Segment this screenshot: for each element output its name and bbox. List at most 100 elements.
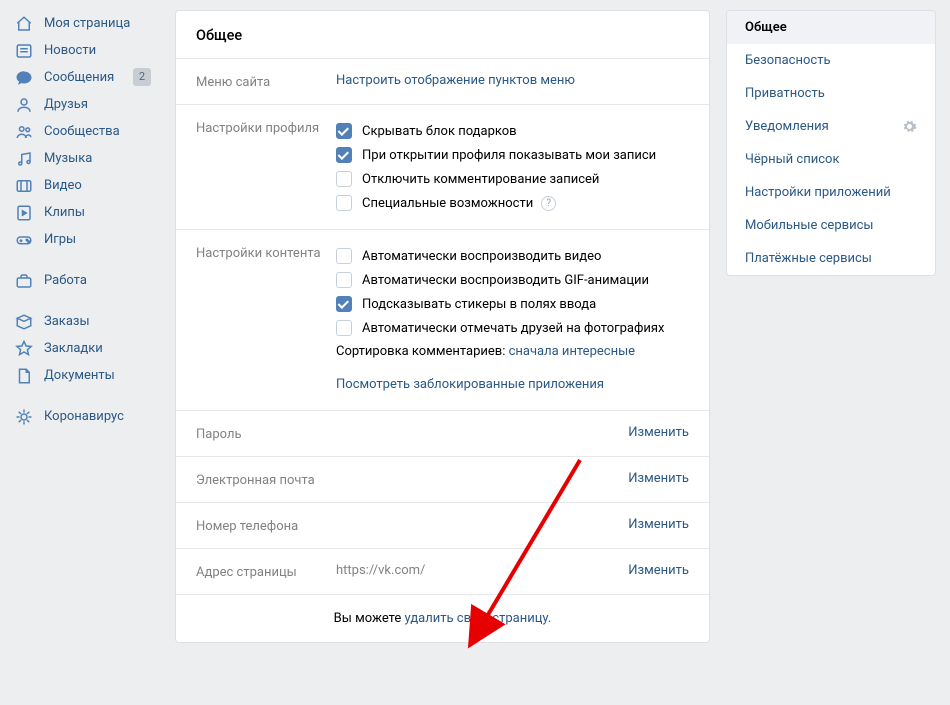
- profile-option: Скрывать блок подарков: [336, 119, 689, 143]
- nav-item-label: Моя страница: [44, 16, 130, 31]
- settings-tab-label: Чёрный список: [745, 152, 839, 167]
- gear-icon[interactable]: [902, 119, 917, 134]
- nav-item-games[interactable]: Игры: [0, 226, 165, 253]
- site-menu-label: Меню сайта: [196, 73, 336, 90]
- profile-option-label: При открытии профиля показывать мои запи…: [362, 148, 656, 163]
- nav-item-communities[interactable]: Сообщества: [0, 118, 165, 145]
- content-option-label: Автоматически отмечать друзей на фотогра…: [362, 321, 664, 336]
- settings-tab[interactable]: Безопасность: [727, 44, 935, 77]
- nav-item-video[interactable]: Видео: [0, 172, 165, 199]
- site-menu-row: Меню сайта Настроить отображение пунктов…: [176, 58, 709, 104]
- nav-item-label: Сообщения: [44, 70, 114, 85]
- content-settings-label: Настройки контента: [196, 244, 336, 396]
- address-value: https://vk.com/: [336, 563, 628, 580]
- nav-item-label: Друзья: [44, 97, 88, 112]
- video-icon: [14, 176, 34, 196]
- settings-tab[interactable]: Платёжные сервисы: [727, 242, 935, 275]
- content-checkbox-0[interactable]: [336, 248, 352, 264]
- nav-item-clips[interactable]: Клипы: [0, 199, 165, 226]
- messages-icon: [14, 68, 34, 88]
- profile-option-label: Отключить комментирование записей: [362, 172, 599, 187]
- change-phone-link[interactable]: Изменить: [628, 517, 689, 534]
- nav-item-label: Новости: [44, 43, 96, 58]
- change-email-link[interactable]: Изменить: [628, 471, 689, 488]
- nav-item-documents[interactable]: Документы: [0, 362, 165, 389]
- address-row: Адрес страницы https://vk.com/ Изменить: [176, 548, 709, 594]
- profile-option-label: Скрывать блок подарков: [362, 124, 517, 139]
- settings-tab-label: Настройки приложений: [745, 185, 891, 200]
- nav-item-music[interactable]: Музыка: [0, 145, 165, 172]
- nav-item-label: Заказы: [44, 314, 90, 329]
- nav-item-messages[interactable]: Сообщения 2: [0, 64, 165, 91]
- content-checkbox-1[interactable]: [336, 272, 352, 288]
- orders-icon: [14, 312, 34, 332]
- profile-checkbox-0[interactable]: [336, 123, 352, 139]
- content-option-label: Автоматически воспроизводить GIF-анимаци…: [362, 273, 649, 288]
- page-title: Общее: [176, 11, 709, 58]
- music-icon: [14, 149, 34, 169]
- nav-item-news[interactable]: Новости: [0, 37, 165, 64]
- nav-item-covid[interactable]: Коронавирус: [0, 403, 165, 430]
- nav-item-bookmarks[interactable]: Закладки: [0, 335, 165, 362]
- clips-icon: [14, 203, 34, 223]
- nav-item-label: Клипы: [44, 205, 85, 220]
- nav-item-label: Игры: [44, 232, 76, 247]
- change-address-link[interactable]: Изменить: [628, 563, 689, 580]
- settings-tab-label: Общее: [745, 20, 787, 35]
- nav-item-label: Сообщества: [44, 124, 120, 139]
- delete-page-row: Вы можете удалить свою страницу.: [176, 594, 709, 642]
- configure-menu-link[interactable]: Настроить отображение пунктов меню: [336, 73, 575, 88]
- content-option: Автоматически воспроизводить видео: [336, 244, 689, 268]
- communities-icon: [14, 122, 34, 142]
- settings-tab[interactable]: Чёрный список: [727, 143, 935, 176]
- settings-tabs: Общее Безопасность Приватность Уведомления Ч…: [726, 10, 936, 705]
- nav-item-orders[interactable]: Заказы: [0, 308, 165, 335]
- comment-sort-link[interactable]: сначала интересные: [509, 344, 635, 359]
- profile-checkbox-2[interactable]: [336, 171, 352, 187]
- profile-option: Отключить комментирование записей: [336, 167, 689, 191]
- bookmarks-icon: [14, 339, 34, 359]
- nav-item-label: Музыка: [44, 151, 92, 166]
- profile-checkbox-1[interactable]: [336, 147, 352, 163]
- content-checkbox-3[interactable]: [336, 320, 352, 336]
- settings-tab[interactable]: Мобильные сервисы: [727, 209, 935, 242]
- covid-icon: [14, 407, 34, 427]
- content-option-label: Подсказывать стикеры в полях ввода: [362, 297, 596, 312]
- settings-tab[interactable]: Настройки приложений: [727, 176, 935, 209]
- nav-item-work[interactable]: Работа: [0, 267, 165, 294]
- settings-tab-label: Приватность: [745, 86, 825, 101]
- nav-item-label: Закладки: [44, 341, 103, 356]
- settings-tab-label: Уведомления: [745, 119, 829, 134]
- change-password-link[interactable]: Изменить: [628, 425, 689, 442]
- content-option: Автоматически отмечать друзей на фотогра…: [336, 316, 689, 340]
- delete-page-link[interactable]: удалить свою страницу.: [405, 611, 552, 626]
- profile-option: Специальные возможности?: [336, 191, 689, 215]
- left-sidebar: Моя страница Новости Сообщения 2 Друзья Сообщ…: [0, 0, 165, 705]
- profile-settings-label: Настройки профиля: [196, 119, 336, 215]
- profile-option-label: Специальные возможности: [362, 196, 533, 211]
- password-label: Пароль: [196, 425, 336, 442]
- profile-settings-row: Настройки профиля Скрывать блок подарков…: [176, 104, 709, 229]
- nav-badge: 2: [133, 68, 151, 86]
- help-icon[interactable]: ?: [541, 196, 556, 211]
- profile-checkbox-3[interactable]: [336, 195, 352, 211]
- nav-item-home[interactable]: Моя страница: [0, 10, 165, 37]
- nav-item-friends[interactable]: Друзья: [0, 91, 165, 118]
- settings-tab-label: Безопасность: [745, 53, 831, 68]
- nav-item-label: Работа: [44, 273, 87, 288]
- nav-item-label: Видео: [44, 178, 82, 193]
- nav-item-label: Документы: [44, 368, 115, 383]
- email-row: Электронная почта Изменить: [176, 456, 709, 502]
- settings-tab[interactable]: Уведомления: [727, 110, 935, 143]
- content-checkbox-2[interactable]: [336, 296, 352, 312]
- settings-tab-label: Мобильные сервисы: [745, 218, 873, 233]
- email-label: Электронная почта: [196, 471, 336, 488]
- settings-main: Общее Меню сайта Настроить отображение п…: [175, 10, 710, 705]
- games-icon: [14, 230, 34, 250]
- documents-icon: [14, 366, 34, 386]
- settings-tab[interactable]: Приватность: [727, 77, 935, 110]
- settings-tab[interactable]: Общее: [727, 11, 935, 44]
- phone-label: Номер телефона: [196, 517, 336, 534]
- profile-option: При открытии профиля показывать мои запи…: [336, 143, 689, 167]
- blocked-apps-link[interactable]: Посмотреть заблокированные приложения: [336, 377, 604, 392]
